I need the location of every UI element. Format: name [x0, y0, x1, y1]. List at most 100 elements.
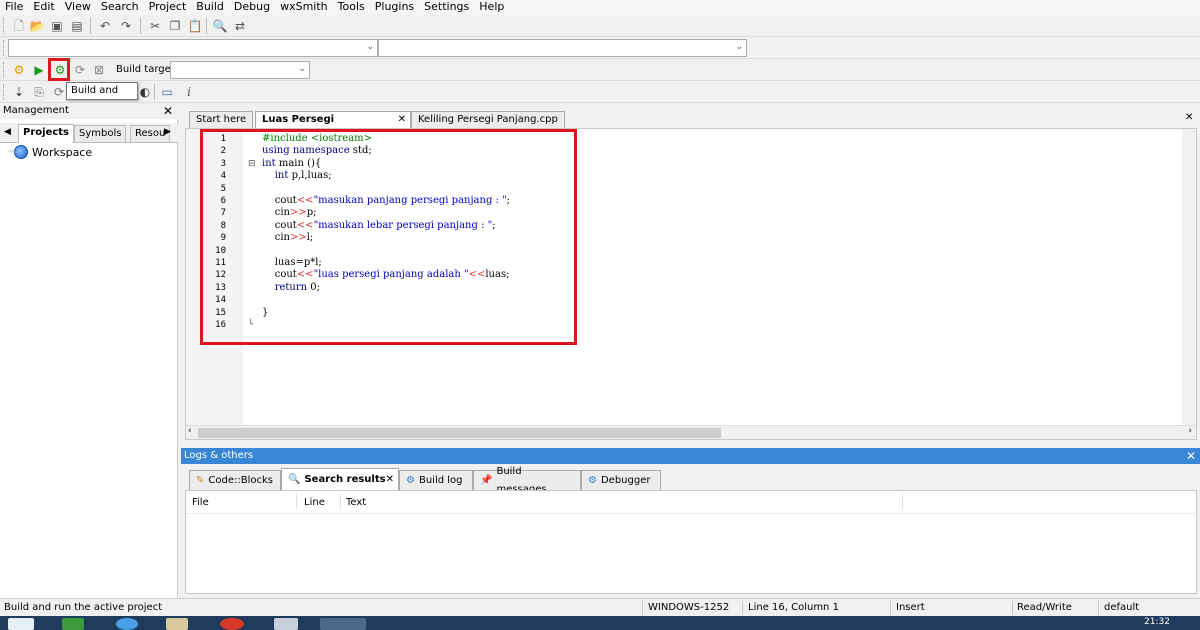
column-line[interactable]: Line — [304, 497, 325, 508]
scroll-left-icon[interactable]: ‹ — [188, 426, 192, 436]
scope-combo[interactable]: ⌄ — [8, 39, 378, 57]
step-into-icon[interactable]: ⇣ — [10, 83, 28, 101]
undo-icon[interactable]: ↶ — [96, 17, 114, 35]
chrome-icon[interactable] — [220, 618, 244, 630]
app-icon[interactable] — [274, 618, 298, 630]
status-mode: Insert — [896, 599, 925, 617]
chevron-down-icon: ⌄ — [366, 42, 374, 52]
horizontal-scrollbar[interactable]: ‹ › — [186, 425, 1196, 439]
gear-icon: ⚙ — [406, 472, 415, 490]
menu-search[interactable]: Search — [96, 0, 144, 15]
workspace-label: Workspace — [32, 146, 92, 159]
save-all-icon[interactable]: ▤ — [68, 17, 86, 35]
close-icon[interactable]: ✕ — [1185, 112, 1193, 123]
logs-panel: Logs & others ✕ ✎ Code::Blocks 🔍 Search … — [181, 448, 1200, 598]
tab-keliling-persegi-panjang[interactable]: Keliling Persegi Panjang.cpp — [411, 111, 565, 128]
workspace-icon — [14, 145, 28, 159]
column-text[interactable]: Text — [346, 497, 366, 508]
folder-icon[interactable] — [166, 618, 188, 630]
menu-settings[interactable]: Settings — [419, 0, 474, 15]
build-and-run-highlight — [48, 58, 70, 81]
debugger-toolbar: ⇣ ⎘ ⟳ ◐ ▭ i — [0, 81, 1200, 103]
tab-codeblocks[interactable]: ✎ Code::Blocks — [189, 470, 281, 490]
open-folder-icon[interactable]: 📂 — [28, 17, 46, 35]
build-target-label: Build target: — [116, 64, 178, 75]
menu-help[interactable]: Help — [474, 0, 509, 15]
replace-icon[interactable]: ⇄ — [231, 17, 249, 35]
tab-build-messages[interactable]: 📌 Build messages — [473, 470, 581, 490]
tree-line: ┈ — [8, 145, 15, 158]
menu-view[interactable]: View — [60, 0, 96, 15]
info-icon[interactable]: i — [180, 83, 198, 101]
find-icon[interactable]: 🔍 — [211, 17, 229, 35]
tab-scroll-left-icon[interactable]: ◀ — [4, 127, 11, 137]
scroll-thumb[interactable] — [198, 428, 721, 438]
cut-icon[interactable]: ✂ — [146, 17, 164, 35]
tab-start-here[interactable]: Start here — [189, 111, 253, 128]
close-tab-icon[interactable]: ✕ — [386, 471, 394, 489]
vertical-scrollbar[interactable] — [1182, 129, 1196, 425]
search-results-list[interactable]: File Line Text — [185, 490, 1197, 594]
status-access: Read/Write — [1017, 599, 1072, 617]
start-windows-icon[interactable] — [8, 618, 34, 630]
tab-projects[interactable]: Projects — [18, 124, 74, 143]
function-combo[interactable]: ⌄ — [378, 39, 747, 57]
menu-wxsmith[interactable]: wxSmith — [275, 0, 333, 15]
tab-luas-persegi-panjang[interactable]: Luas Persegi Panjang.cpp ✕ — [255, 111, 411, 128]
clock: 21:32 — [1144, 616, 1170, 628]
menu-bar: File Edit View Search Project Build Debu… — [0, 0, 1200, 15]
close-icon[interactable]: ✕ — [1186, 448, 1196, 464]
menu-plugins[interactable]: Plugins — [370, 0, 419, 15]
rebuild-icon[interactable]: ⟳ — [71, 61, 89, 79]
menu-tools[interactable]: Tools — [333, 0, 370, 15]
tab-debugger[interactable]: ⚙ Debugger — [581, 470, 661, 490]
menu-edit[interactable]: Edit — [28, 0, 59, 15]
workspace-node[interactable]: ┈ Workspace — [14, 145, 92, 159]
management-title: Management — [0, 103, 178, 119]
logs-tabs: ✎ Code::Blocks 🔍 Search results ✕ ⚙ Buil… — [185, 468, 1197, 490]
abort-icon[interactable]: ⊠ — [90, 61, 108, 79]
main-toolbar: 🗋 📂 ▣ ▤ ↶ ↷ ✂ ❐ 📋 🔍 ⇄ — [0, 15, 1200, 37]
build-gear-icon[interactable]: ⚙ — [10, 61, 28, 79]
toolbar-grip[interactable] — [3, 18, 6, 34]
save-icon[interactable]: ▣ — [48, 17, 66, 35]
step-out-icon[interactable]: ⎘ — [30, 83, 48, 101]
status-lang: default — [1104, 599, 1139, 617]
tab-symbols[interactable]: Symbols — [74, 125, 126, 142]
new-file-icon[interactable]: 🗋 — [10, 17, 28, 35]
copy-icon[interactable]: ❐ — [166, 17, 184, 35]
close-icon[interactable]: ✕ — [163, 103, 173, 119]
debug-windows-icon[interactable]: ▭ — [158, 83, 176, 101]
status-message: Build and run the active project — [4, 599, 162, 617]
status-position: Line 16, Column 1 — [748, 599, 839, 617]
pin-icon: 📌 — [480, 472, 492, 490]
menu-project[interactable]: Project — [144, 0, 192, 15]
ie-icon[interactable] — [116, 618, 138, 630]
menu-debug[interactable]: Debug — [229, 0, 275, 15]
app-icon[interactable] — [62, 618, 84, 630]
run-icon[interactable]: ▶ — [30, 61, 48, 79]
status-bar: Build and run the active project WINDOWS… — [0, 598, 1200, 616]
tab-build-log[interactable]: ⚙ Build log — [399, 470, 473, 490]
stop-debug-icon[interactable]: ◐ — [136, 83, 154, 101]
editor-tabs: Start here Luas Persegi Panjang.cpp ✕ Ke… — [185, 110, 1197, 128]
tab-label: Build log — [419, 472, 463, 490]
column-file[interactable]: File — [192, 497, 209, 508]
tab-label: Search results — [304, 471, 385, 489]
close-tab-icon[interactable]: ✕ — [398, 112, 406, 128]
paste-icon[interactable]: 📋 — [186, 17, 204, 35]
menu-build[interactable]: Build — [191, 0, 229, 15]
build-target-combo[interactable]: ⌄ — [170, 61, 310, 79]
management-panel: Management ✕ ◀ Projects Symbols Resou ▶ … — [0, 103, 178, 598]
codeblocks-task-icon[interactable] — [320, 618, 366, 630]
scroll-right-icon[interactable]: › — [1188, 426, 1192, 436]
tab-scroll-right-icon[interactable]: ▶ — [164, 127, 171, 137]
search-icon: 🔍 — [288, 471, 300, 489]
chevron-down-icon: ⌄ — [735, 42, 743, 52]
tooltip: Build and run — [66, 82, 138, 100]
redo-icon[interactable]: ↷ — [117, 17, 135, 35]
menu-file[interactable]: File — [0, 0, 28, 15]
code-highlight — [200, 129, 577, 345]
tab-search-results[interactable]: 🔍 Search results ✕ — [281, 468, 399, 490]
tab-label: Debugger — [601, 472, 651, 490]
